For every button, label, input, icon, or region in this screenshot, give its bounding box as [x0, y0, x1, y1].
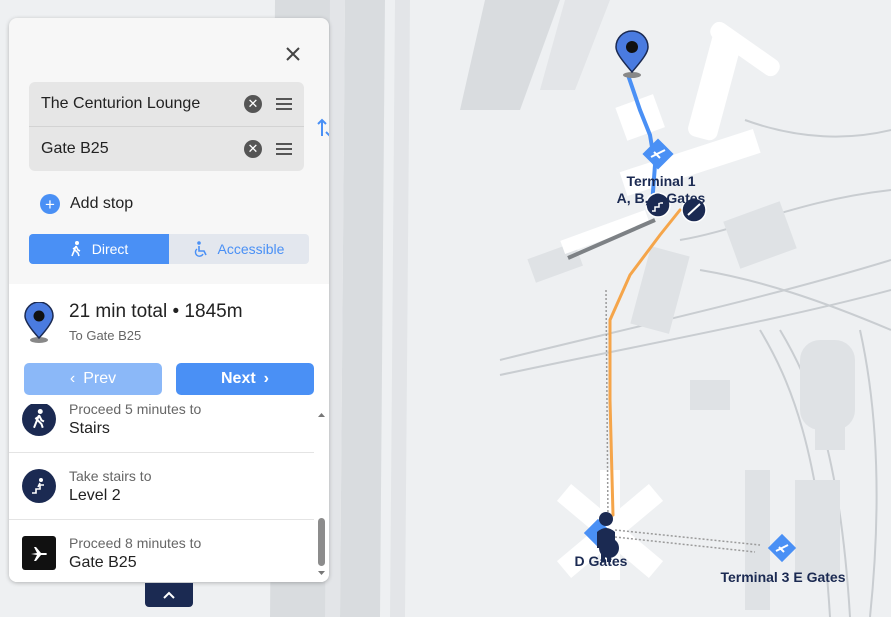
prev-button[interactable]: ‹ Prev [24, 363, 162, 395]
chevron-left-icon: ‹ [69, 370, 76, 387]
add-stop-button[interactable]: + Add stop [40, 194, 133, 214]
destination-field[interactable]: Gate B25 ✕ [29, 127, 304, 171]
origin-field[interactable]: The Centurion Lounge ✕ [29, 82, 304, 126]
close-icon [286, 47, 300, 61]
swap-direction-icon[interactable] [316, 116, 329, 140]
chevron-right-icon: › [263, 370, 269, 387]
airplane-icon [22, 536, 56, 570]
stairs-icon [22, 469, 56, 503]
mode-accessible-label: Accessible [217, 241, 285, 257]
map-label-terminal1[interactable]: Terminal 1 A, B, C Gates [606, 173, 716, 207]
mode-direct-button[interactable]: Direct [29, 234, 169, 264]
mode-accessible-button[interactable]: Accessible [169, 234, 309, 264]
next-button[interactable]: Next › [176, 363, 314, 395]
destination-text: Gate B25 [41, 140, 109, 157]
scroll-thumb[interactable] [318, 518, 325, 566]
step-item[interactable]: Proceed 5 minutes to Stairs [9, 404, 314, 453]
map-label-terminal3[interactable]: Terminal 3 E Gates [708, 569, 858, 586]
scroll-up-icon[interactable] [314, 410, 329, 420]
collapse-panel-button[interactable] [145, 583, 193, 607]
step-list-scrollbar[interactable] [314, 404, 329, 582]
origin-text: The Centurion Lounge [41, 95, 201, 112]
route-summary: 21 min total • 1845m To Gate B25 ‹ Prev … [9, 284, 329, 404]
step-item[interactable]: Take stairs to Level 2 [9, 453, 314, 520]
route-destination-text: To Gate B25 [69, 328, 142, 343]
map-label-d-gates[interactable]: D Gates [566, 553, 636, 570]
directions-panel: The Centurion Lounge ✕ Gate B25 ✕ + Add … [9, 18, 329, 582]
walk-icon [70, 241, 81, 257]
scroll-down-icon[interactable] [314, 568, 329, 578]
add-stop-label: Add stop [70, 195, 134, 212]
clear-origin-icon[interactable]: ✕ [244, 95, 262, 113]
step-list[interactable]: Proceed 5 minutes to Stairs Take stairs … [9, 404, 314, 582]
route-total-text: 21 min total • 1845m [69, 301, 243, 322]
clear-destination-icon[interactable]: ✕ [244, 140, 262, 158]
step-item[interactable]: Proceed 8 minutes to Gate B25 [9, 520, 314, 582]
drag-handle-destination-icon[interactable] [276, 143, 292, 155]
walk-icon [22, 404, 56, 436]
close-button[interactable] [281, 42, 305, 66]
plus-icon: + [40, 194, 60, 214]
chevron-up-icon [163, 591, 175, 599]
mode-direct-label: Direct [91, 241, 129, 257]
drag-handle-origin-icon[interactable] [276, 98, 292, 110]
route-mode-toggle: Direct Accessible [29, 234, 309, 264]
wheelchair-icon [194, 241, 207, 257]
destination-pin-icon [24, 302, 54, 343]
